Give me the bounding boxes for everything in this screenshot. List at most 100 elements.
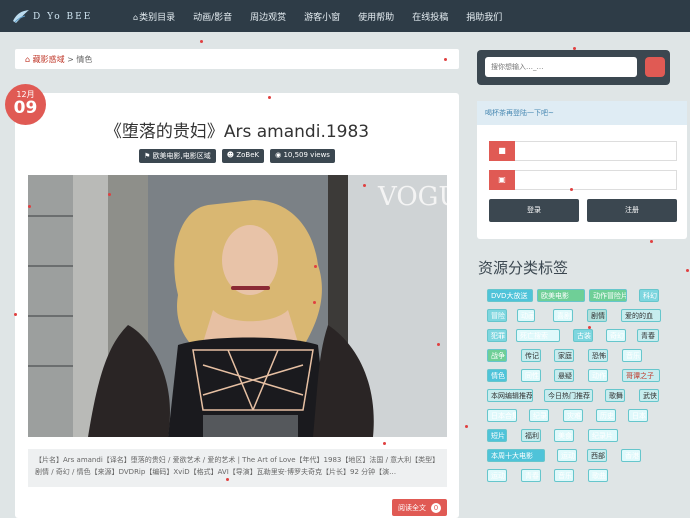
post-date-badge: 12月 09: [5, 84, 46, 125]
tag-link[interactable]: 战争: [487, 349, 507, 362]
particle-dot: [363, 184, 366, 187]
site-logo[interactable]: D Yo BEE: [12, 8, 92, 26]
tag-link[interactable]: 冒险: [487, 309, 507, 322]
register-button[interactable]: 注册: [587, 199, 677, 222]
read-more-button[interactable]: 阅读全文 0: [392, 499, 447, 516]
tag-link[interactable]: 爱的的血: [621, 309, 661, 322]
username-field[interactable]: ■: [489, 141, 677, 161]
tag-link[interactable]: DVD大放送: [487, 289, 533, 302]
post-category-chip[interactable]: ⚑ 欧美电影,电影区域: [139, 149, 216, 163]
tag-link[interactable]: 音乐: [554, 469, 574, 482]
tag-link[interactable]: 情色: [487, 369, 507, 382]
tag-link[interactable]: 动画: [517, 309, 535, 322]
main-menu: ⌂类别目录 动画/影音 周边观赏 游客小窗 使用帮助 在线投稿 捐助我们: [133, 0, 502, 32]
tag-link[interactable]: 历史: [596, 409, 616, 422]
tag-link[interactable]: 动作冒险片: [589, 289, 627, 302]
tag-link[interactable]: 运动: [557, 449, 577, 462]
password-input[interactable]: [515, 170, 677, 190]
tag-link[interactable]: 本网编辑推荐: [487, 389, 533, 402]
nav-link-anime[interactable]: 动画/影音: [193, 10, 232, 23]
tag-link[interactable]: 犯罪: [487, 329, 507, 342]
tag-link[interactable]: 传记: [521, 349, 541, 362]
post-card: 《堕落的贵妇》Ars amandi.1983 ⚑ 欧美电影,电影区域 ☻ ZoB…: [15, 93, 459, 518]
tag-link[interactable]: 纪录片: [588, 429, 618, 442]
tag-link[interactable]: 歌曲: [588, 469, 608, 482]
tag-link[interactable]: 死亡搜索: [516, 329, 560, 342]
tag-link[interactable]: 青春: [521, 469, 541, 482]
home-icon: ⌂: [25, 55, 31, 64]
post-meta: ⚑ 欧美电影,电影区域 ☻ ZoBeK ◉ 10,509 views: [15, 149, 459, 163]
post-author-chip[interactable]: ☻ ZoBeK: [221, 149, 265, 163]
tag-link[interactable]: 福利: [521, 429, 541, 442]
tag-link[interactable]: 悬疑: [554, 369, 574, 382]
tag-link[interactable]: 本周十大电影: [487, 449, 545, 462]
read-more-label: 阅读全文: [398, 503, 426, 512]
tag-link[interactable]: 家庭: [554, 349, 574, 362]
tag-link[interactable]: 纪录: [529, 409, 549, 422]
nav-link-peripheral[interactable]: 周边观赏: [250, 10, 286, 23]
tag-link[interactable]: 奇幻: [606, 329, 626, 342]
post-featured-image[interactable]: VOGU: [28, 175, 447, 437]
breadcrumb-home-link[interactable]: 藏影惑域: [33, 55, 65, 64]
particle-dot: [314, 265, 317, 268]
tag-link[interactable]: 短片: [487, 429, 507, 442]
tag-link[interactable]: 青春: [637, 329, 659, 342]
tag-icon: ⚑: [144, 152, 153, 160]
password-field[interactable]: ▣: [489, 170, 677, 190]
tag-link[interactable]: 香港: [621, 449, 641, 462]
tag-link[interactable]: 音乐: [622, 349, 642, 362]
tag-link[interactable]: 哥谭之子: [622, 369, 660, 382]
post-title[interactable]: 《堕落的贵妇》Ars amandi.1983: [15, 117, 459, 142]
tag-link[interactable]: 科幻: [639, 289, 659, 302]
login-button[interactable]: 登录: [489, 199, 579, 222]
tag-link[interactable]: 西部: [587, 449, 607, 462]
tag-link[interactable]: 今日热门推荐: [544, 389, 593, 402]
tag-link[interactable]: 运动: [487, 469, 507, 482]
tag-link[interactable]: 剧情: [587, 309, 607, 322]
nav-link-donate[interactable]: 捐助我们: [466, 10, 502, 23]
nav-link-visitor[interactable]: 游客小窗: [304, 10, 340, 23]
search-button[interactable]: [645, 57, 665, 77]
search-panel: [477, 50, 670, 85]
tag-link[interactable]: 歌舞: [605, 389, 625, 402]
particle-dot: [226, 478, 229, 481]
tag-link[interactable]: 动作: [588, 369, 608, 382]
post-views: 10,509 views: [283, 151, 330, 159]
nav-link-help[interactable]: 使用帮助: [358, 10, 394, 23]
particle-dot: [200, 40, 203, 43]
breadcrumb: ⌂ 藏影惑域 > 情色: [15, 49, 459, 69]
tag-link[interactable]: 美食: [554, 429, 574, 442]
particle-dot: [570, 188, 573, 191]
tag-link[interactable]: 日本: [628, 409, 648, 422]
nav-link-label: 在线投稿: [412, 12, 449, 23]
nav-link-label: 游客小窗: [304, 12, 341, 23]
tag-link[interactable]: 恐怖: [588, 349, 608, 362]
tag-link[interactable]: 欧美电影: [537, 289, 585, 302]
nav-link-label: 捐助我们: [466, 12, 503, 23]
particle-dot: [686, 269, 689, 272]
nav-link-categories[interactable]: ⌂类别目录: [133, 10, 175, 23]
tag-link[interactable]: 日本合集: [487, 409, 517, 422]
tag-link[interactable]: 古装: [573, 329, 593, 342]
movie-still-illustration: VOGU: [28, 175, 447, 437]
tags-title: 资源分类标签: [478, 259, 569, 277]
particle-dot: [14, 313, 17, 316]
particle-dot: [437, 343, 440, 346]
tag-link[interactable]: 灾难: [563, 409, 583, 422]
post-category: 欧美电影,电影区域: [152, 152, 211, 160]
nav-link-submit[interactable]: 在线投稿: [412, 10, 448, 23]
username-input[interactable]: [515, 141, 677, 161]
particle-dot: [108, 193, 111, 196]
nav-link-label: 动画/影音: [193, 12, 233, 23]
particle-dot: [313, 301, 316, 304]
top-navbar: D Yo BEE ⌂类别目录 动画/影音 周边观赏 游客小窗 使用帮助 在线投稿…: [0, 0, 690, 32]
particle-dot: [650, 240, 653, 243]
tag-link[interactable]: 同性: [521, 369, 541, 382]
tag-link[interactable]: 武侠: [639, 389, 659, 402]
particle-dot: [588, 326, 591, 329]
tag-link[interactable]: 喜剧: [553, 309, 573, 322]
user-icon: ☻: [226, 151, 237, 159]
search-input[interactable]: [485, 57, 637, 77]
user-icon: ■: [489, 141, 515, 161]
nav-link-label: 使用帮助: [358, 12, 395, 23]
